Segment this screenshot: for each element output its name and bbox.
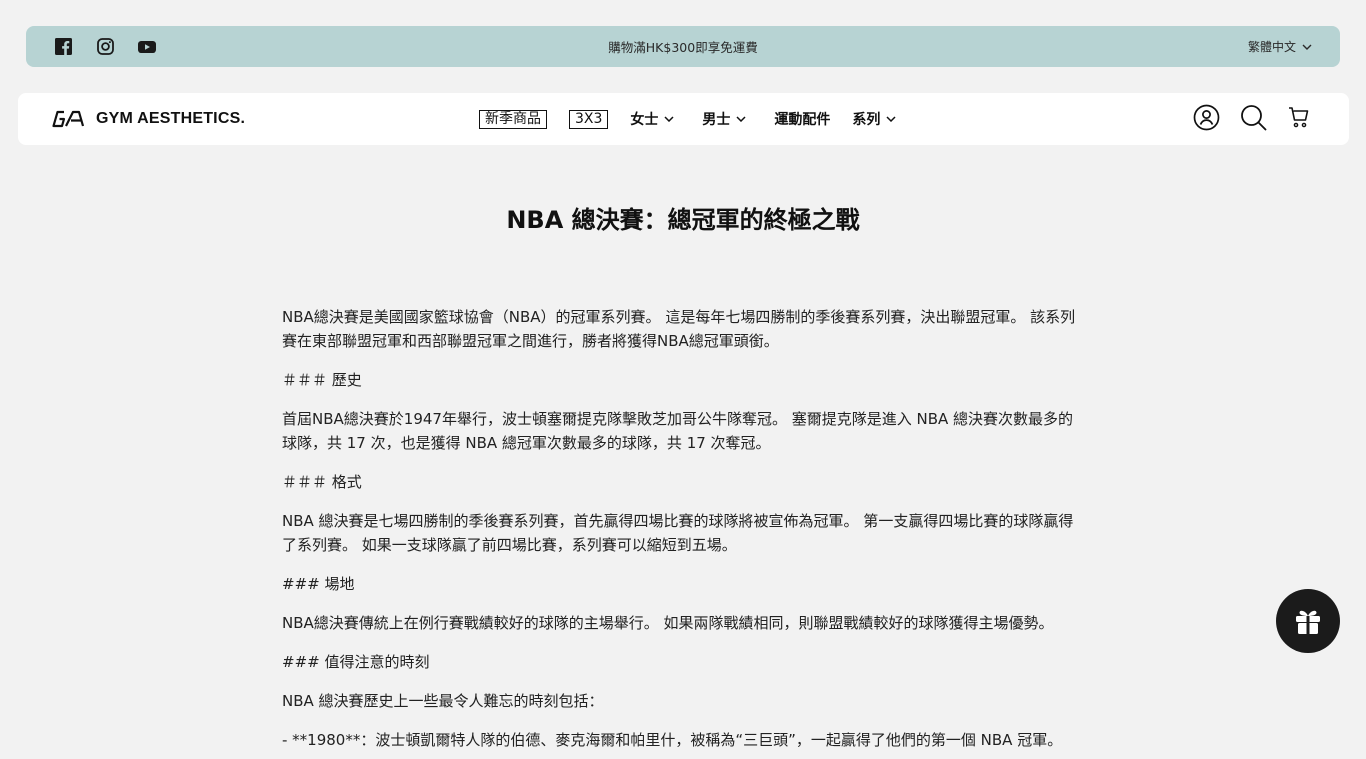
article-body: NBA總決賽是美國國家籃球協會（NBA）的冠軍系列賽。 這是每年七場四勝制的季後… <box>282 305 1088 759</box>
nav-item-accessories[interactable]: 運動配件 <box>774 109 830 129</box>
article-heading-format: ＃＃＃ 格式 <box>282 473 362 491</box>
announcement-text: 購物滿HK$300即享免運費 <box>608 40 758 55</box>
nav-label-3x3: 3X3 <box>569 109 609 129</box>
site-header: GYM AESTHETICS. 新季商品 3X3 女士 男士 運動配件 系列 <box>18 93 1349 145</box>
main-nav: 新季商品 3X3 女士 男士 運動配件 系列 <box>479 93 896 145</box>
article-paragraph: NBA 總決賽是七場四勝制的季後賽系列賽，首先贏得四場比賽的球隊將被宣佈為冠軍。… <box>282 512 1074 554</box>
nav-label-accessories: 運動配件 <box>774 112 831 128</box>
gift-icon <box>1296 610 1320 634</box>
announcement-bar: 購物滿HK$300即享免運費 繁體中文 <box>26 26 1340 67</box>
nav-item-collections[interactable]: 系列 <box>852 109 896 129</box>
article-list-item: - **1980**：波士頓凱爾特人隊的伯德、麥克海爾和帕里什，被稱為“三巨頭”… <box>282 731 1063 749</box>
nav-label-men: 男士 <box>702 112 731 128</box>
facebook-icon[interactable] <box>54 38 72 56</box>
social-links <box>54 26 156 67</box>
language-label: 繁體中文 <box>1247 40 1296 54</box>
nav-item-new-season[interactable]: 新季商品 <box>479 109 547 129</box>
account-icon[interactable] <box>1193 104 1220 135</box>
article-title: NBA 總決賽：總冠軍的終極之戰 <box>506 206 860 234</box>
chevron-down-icon <box>736 116 746 122</box>
article-paragraph: NBA 總決賽歷史上一些最令人難忘的時刻包括： <box>282 692 604 710</box>
nav-item-3x3[interactable]: 3X3 <box>569 109 609 129</box>
youtube-icon[interactable] <box>138 38 156 56</box>
chevron-down-icon <box>886 116 896 122</box>
article-heading-history: ＃＃＃ 歷史 <box>282 371 362 389</box>
search-icon[interactable] <box>1240 104 1267 135</box>
instagram-icon[interactable] <box>96 38 114 56</box>
cart-icon[interactable] <box>1287 105 1311 133</box>
article-paragraph: NBA總決賽傳統上在例行賽戰績較好的球隊的主場舉行。 如果兩隊戰績相同，則聯盟戰… <box>282 614 1054 632</box>
gift-button[interactable] <box>1276 589 1340 653</box>
nav-item-men[interactable]: 男士 <box>702 109 746 129</box>
header-actions <box>1193 93 1311 145</box>
chevron-down-icon <box>664 116 674 122</box>
chevron-down-icon <box>1302 44 1312 50</box>
article-heading-moments: ### 值得注意的時刻 <box>282 653 430 671</box>
article-paragraph: NBA總決賽是美國國家籃球協會（NBA）的冠軍系列賽。 這是每年七場四勝制的季後… <box>282 308 1076 350</box>
nav-item-women[interactable]: 女士 <box>630 109 674 129</box>
nav-label-collections: 系列 <box>852 112 881 128</box>
site-logo[interactable]: GYM AESTHETICS. <box>52 93 245 145</box>
nav-label-new-season: 新季商品 <box>479 109 547 129</box>
article-paragraph: 首屆NBA總決賽於1947年舉行，波士頓塞爾提克隊擊敗芝加哥公牛隊奪冠。 塞爾提… <box>282 410 1074 452</box>
nav-label-women: 女士 <box>630 112 659 128</box>
article-heading-venue: ### 場地 <box>282 575 355 593</box>
logo-text: GYM AESTHETICS. <box>96 110 246 127</box>
language-selector[interactable]: 繁體中文 <box>1248 26 1312 67</box>
gym-aesthetics-logo-icon <box>52 110 85 128</box>
